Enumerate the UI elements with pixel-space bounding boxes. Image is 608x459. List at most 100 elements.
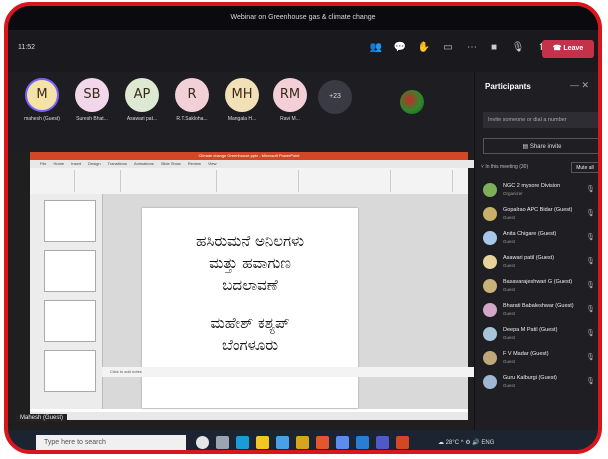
meeting-toolbar: 11:52 👥 💬 ✋ ▭ ⋯ ■ 🎙 ⬆ ☎ Leave — [8, 30, 598, 72]
store-icon[interactable] — [276, 436, 289, 449]
ribbon-tab[interactable]: Home — [53, 160, 64, 168]
reactions-icon[interactable]: ✋ — [416, 40, 432, 56]
ribbon-tab[interactable]: Slide Show — [161, 160, 181, 168]
camera-icon[interactable]: ■ — [486, 40, 502, 56]
participant-name: Bharati Babaleshwar (Guest) — [503, 303, 574, 309]
leave-button[interactable]: ☎ Leave — [542, 40, 594, 58]
ribbon-tab[interactable]: Insert — [71, 160, 81, 168]
participant-tile[interactable]: M mahesh (Guest) — [16, 78, 68, 122]
avatar: R — [175, 78, 209, 112]
participant-name: Guru Kalburgi (Guest) — [503, 375, 557, 381]
participant-role: Guest — [503, 263, 516, 268]
avatar: SB — [75, 78, 109, 112]
avatar — [483, 351, 497, 365]
app-icon[interactable] — [336, 436, 349, 449]
list-item[interactable]: Gopalrao APC Bidar (Guest) Guest 🎙 — [475, 204, 598, 228]
participant-tile[interactable]: MH Mangala H... — [216, 78, 268, 122]
participant-tile[interactable]: SB Suresh Bhat... — [66, 78, 118, 122]
taskbar-search-input[interactable]: Type here to search — [36, 435, 186, 450]
ribbon-tab[interactable]: Review — [188, 160, 201, 168]
list-item[interactable]: Asawari patil (Guest) Guest 🎙 — [475, 252, 598, 276]
notes-pane[interactable]: Click to add notes — [102, 367, 476, 377]
ribbon-tab[interactable]: Design — [88, 160, 100, 168]
view-icon[interactable]: ▭ — [440, 40, 456, 56]
list-item[interactable]: NGC 2 mysore Division Organizer 🎙 — [475, 180, 598, 204]
task-view-icon[interactable] — [216, 436, 229, 449]
participant-name: Suresh Bhat... — [76, 116, 108, 122]
avatar — [483, 183, 497, 197]
in-meeting-header[interactable]: ˅ In this meeting (30) — [481, 164, 528, 170]
list-item[interactable]: Anita Chigare (Guest) Guest 🎙 — [475, 228, 598, 252]
invite-search-input[interactable]: Invite someone or dial a number — [483, 112, 598, 128]
ribbon-tab[interactable]: Transitions — [108, 160, 127, 168]
slide-thumbnail[interactable] — [44, 250, 96, 292]
teams-icon[interactable] — [376, 436, 389, 449]
video-stage: M mahesh (Guest) SB Suresh Bhat... AP As… — [8, 72, 472, 152]
ribbon-group — [300, 170, 391, 192]
mic-off-icon: 🎙 — [586, 234, 595, 241]
close-icon[interactable]: — ✕ — [570, 80, 589, 91]
slide-thumbnail[interactable] — [44, 350, 96, 392]
window-title: Webinar on Greenhouse gas & climate chan… — [8, 6, 598, 30]
participant-tile[interactable]: R R.T.Sakloha... — [166, 78, 218, 122]
participant-role: Guest — [503, 239, 516, 244]
participant-tile[interactable]: RM Ravi M... — [264, 78, 316, 122]
slide-title-line: ಹಸಿರುಮನೆ ಅನಿಲಗಳು — [195, 232, 304, 250]
ribbon-tab[interactable]: File — [40, 160, 46, 168]
mute-all-button[interactable]: Mute all — [571, 162, 598, 173]
participant-role: Guest — [503, 383, 516, 388]
slide-thumbnail[interactable] — [44, 300, 96, 342]
taskbar-apps — [196, 436, 409, 449]
share-invite-button[interactable]: ▤ Share invite — [483, 138, 598, 154]
avatar: RM — [273, 78, 307, 112]
mail-icon[interactable] — [356, 436, 369, 449]
participant-name: Asawari pat... — [126, 116, 158, 122]
edge-icon[interactable] — [236, 436, 249, 449]
language-indicator[interactable]: ENG — [481, 440, 494, 446]
ribbon-tab[interactable]: Animations — [134, 160, 154, 168]
mic-icon[interactable]: 🎙 — [510, 40, 526, 56]
more-options-icon[interactable]: ⋯ — [464, 40, 480, 56]
participant-role: Guest — [503, 287, 516, 292]
app-icon[interactable] — [296, 436, 309, 449]
powerpoint-icon[interactable] — [396, 436, 409, 449]
chrome-icon[interactable] — [316, 436, 329, 449]
ribbon-group — [218, 170, 299, 192]
participant-name: NGC 2 mysore Division — [503, 183, 561, 189]
toolbar-right-icons: ■ 🎙 ⬆ — [486, 40, 550, 56]
participant-role: Guest — [503, 335, 516, 340]
screenshot-frame: Webinar on Greenhouse gas & climate chan… — [4, 2, 602, 454]
avatar: AP — [125, 78, 159, 112]
participants-icon[interactable]: 👥 — [368, 40, 384, 56]
list-item[interactable]: F V Madar (Guest) Guest 🎙 — [475, 348, 598, 372]
list-item[interactable]: Basavarajeshwari G (Guest) Guest 🎙 — [475, 276, 598, 300]
mic-off-icon: 🎙 — [586, 258, 595, 265]
ribbon-tab[interactable]: View — [208, 160, 217, 168]
participant-name: Basavarajeshwari G (Guest) — [503, 279, 573, 285]
slide-thumbnail[interactable] — [44, 200, 96, 242]
mic-off-icon: 🎙 — [586, 378, 595, 385]
ribbon-group — [122, 170, 217, 192]
mic-off-icon: 🎙 — [586, 306, 595, 313]
participant-name: Ravi M... — [280, 116, 300, 122]
list-item[interactable]: Guru Kalburgi (Guest) Guest 🎙 — [475, 372, 598, 396]
tray-icons[interactable]: ^ ⚙ 🔊 — [461, 440, 482, 446]
file-explorer-icon[interactable] — [256, 436, 269, 449]
participant-role: Organizer — [503, 191, 523, 196]
more-participants-button[interactable]: +23 — [318, 80, 352, 114]
share-invite-label: Share invite — [529, 144, 562, 150]
participant-tile[interactable]: AP Asawari pat... — [116, 78, 168, 122]
participant-name: Gopalrao APC Bidar (Guest) — [503, 207, 573, 213]
list-item[interactable]: Deepa M Patil (Guest) Guest 🎙 — [475, 324, 598, 348]
avatar — [483, 231, 497, 245]
video-thumbnail — [400, 90, 424, 114]
cortana-icon[interactable] — [196, 436, 209, 449]
chat-icon[interactable]: 💬 — [392, 40, 408, 56]
participants-panel: Participants — ✕ Invite someone or dial … — [474, 72, 598, 430]
current-slide[interactable]: ಹಸಿರುಮನೆ ಅನಿಲಗಳು ಮತ್ತು ಹವಾಗುಣ ಬದಲಾವಣೆ ಮಹ… — [142, 208, 358, 408]
meeting-timer: 11:52 — [18, 44, 35, 51]
list-item[interactable]: Bharati Babaleshwar (Guest) Guest 🎙 — [475, 300, 598, 324]
avatar — [483, 255, 497, 269]
slide-author-line: ಮಹೇಶ್ ಕಶ್ಯಪ್ — [210, 314, 290, 332]
participant-name: Anita Chigare (Guest) — [503, 231, 557, 237]
